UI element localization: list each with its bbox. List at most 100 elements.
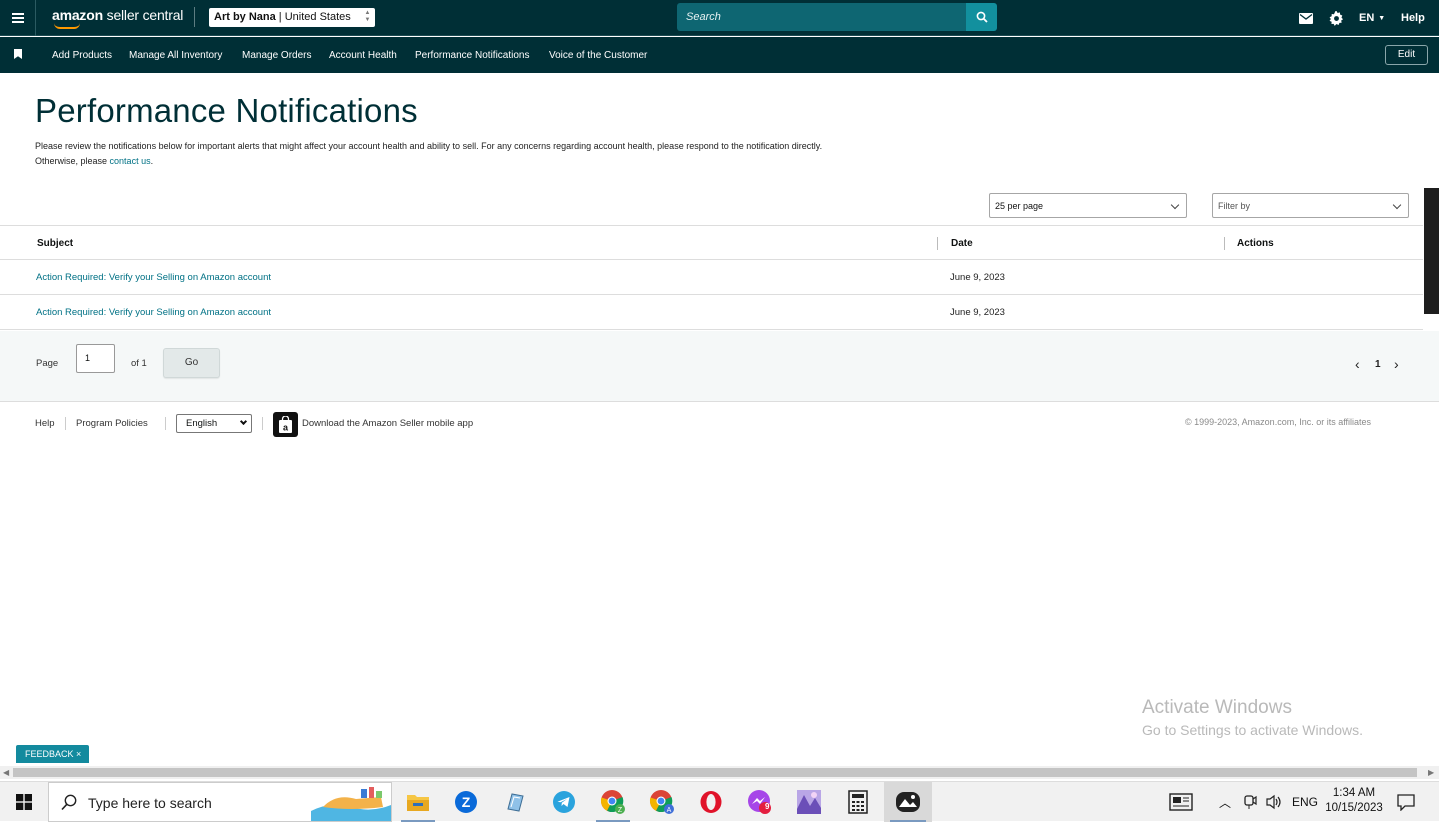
download-app-link[interactable]: Download the Amazon Seller mobile app [302, 418, 473, 429]
notification-subject-link[interactable]: Action Required: Verify your Selling on … [36, 272, 271, 283]
column-divider [1224, 237, 1225, 250]
opera-icon [700, 791, 722, 813]
notification-badge: 9 [765, 802, 770, 811]
activate-windows-watermark: Activate Windows Go to Settings to activ… [1142, 697, 1363, 738]
edit-button[interactable]: Edit [1385, 45, 1428, 65]
language-select-value: English [186, 418, 218, 429]
table-row: Action Required: Verify your Selling on … [0, 260, 1423, 295]
search-button[interactable] [966, 3, 997, 31]
amazon-smile-icon [54, 23, 80, 29]
notification-subject-link[interactable]: Action Required: Verify your Selling on … [36, 307, 271, 318]
notification-date: June 9, 2023 [950, 272, 1005, 283]
filter-placeholder: Filter by [1218, 201, 1251, 211]
chevron-up-icon[interactable]: ︿ [1219, 782, 1231, 822]
notification-center-icon[interactable] [1397, 782, 1415, 822]
search-input[interactable]: Search [677, 3, 966, 31]
intro-text: Please review the notifications below fo… [35, 139, 995, 169]
nav-add-products[interactable]: Add Products [52, 50, 112, 61]
taskbar-image-app[interactable] [786, 782, 832, 822]
table-header: Subject Date Actions [0, 225, 1423, 260]
taskbar-photos-app[interactable] [884, 782, 932, 822]
contact-us-link[interactable]: contact us [110, 156, 151, 166]
taskbar-zalo[interactable]: Z [443, 782, 489, 822]
table-row: Action Required: Verify your Selling on … [0, 295, 1423, 330]
chevron-down-icon [1170, 200, 1180, 210]
help-link[interactable]: Help [1401, 0, 1425, 36]
right-scrollbar-thumb[interactable] [1424, 188, 1439, 314]
footer-program-policies-link[interactable]: Program Policies [76, 418, 148, 429]
logo-suffix: seller central [106, 7, 184, 23]
nav-manage-orders[interactable]: Manage Orders [242, 50, 311, 61]
chevron-right-icon[interactable]: › [1394, 357, 1399, 371]
clock-date: 10/15/2023 [1325, 802, 1383, 814]
column-subject[interactable]: Subject [37, 238, 73, 249]
nav-account-health[interactable]: Account Health [329, 50, 397, 61]
language-selector[interactable]: EN ▼ [1359, 0, 1385, 36]
chevron-down-icon [1392, 200, 1402, 210]
account-switcher[interactable]: Art by Nana | United States ▲ ▼ [209, 8, 375, 27]
store-name: Art by Nana [214, 11, 276, 23]
notification-date: June 9, 2023 [950, 307, 1005, 318]
taskbar-notes-app[interactable] [492, 782, 538, 822]
menu-button[interactable] [0, 0, 36, 36]
per-page-select[interactable]: 25 per page [989, 193, 1187, 218]
page-total: of 1 [131, 358, 147, 369]
feedback-tab[interactable]: FEEDBACK × [16, 745, 89, 763]
footer-help-link[interactable]: Help [35, 418, 55, 429]
svg-text:Z: Z [618, 807, 623, 814]
taskbar-chrome-profile-a[interactable]: A [639, 782, 685, 822]
meet-now-icon[interactable] [1243, 782, 1257, 822]
anime-picture-icon [797, 790, 821, 814]
divider [194, 7, 195, 27]
current-page-number[interactable]: 1 [1375, 359, 1381, 370]
taskbar-file-explorer[interactable] [395, 782, 441, 822]
scrollbar-thumb[interactable] [13, 768, 1417, 777]
horizontal-scrollbar[interactable]: ◀ ▶ [0, 766, 1439, 779]
taskbar-chrome-profile-z[interactable]: Z [590, 782, 636, 822]
taskbar-search-box[interactable]: Type here to search [48, 782, 392, 822]
intro-line-2: Otherwise, please contact us. [35, 154, 995, 169]
column-actions: Actions [1237, 238, 1274, 249]
news-widget-icon[interactable] [1169, 782, 1193, 822]
copyright-text: © 1999-2023, Amazon.com, Inc. or its aff… [1185, 417, 1372, 427]
windows-logo-icon [16, 794, 32, 810]
footer-divider [65, 417, 66, 430]
store-marketplace: United States [284, 11, 351, 23]
gear-icon[interactable] [1329, 0, 1344, 36]
taskbar-calculator[interactable] [835, 782, 881, 822]
seller-central-logo[interactable]: amazon seller central [52, 7, 184, 29]
nav-performance-notifications[interactable]: Performance Notifications [415, 50, 530, 61]
column-date[interactable]: Date [951, 238, 973, 249]
notifications-table: Subject Date Actions Action Required: Ve… [0, 225, 1423, 330]
svg-text:Z: Z [462, 794, 471, 810]
input-language-indicator[interactable]: ENG [1292, 782, 1318, 822]
taskbar-messenger[interactable]: 9 [737, 782, 783, 822]
folder-icon [407, 795, 429, 811]
taskbar-telegram[interactable] [541, 782, 587, 822]
mail-icon[interactable] [1299, 0, 1313, 36]
page-label: Page [36, 358, 59, 369]
amazon-seller-app-icon[interactable]: a [273, 412, 298, 437]
chevron-left-icon[interactable]: ‹ [1355, 357, 1360, 371]
chrome-icon: A [649, 790, 674, 814]
nav-voice-of-the-customer[interactable]: Voice of the Customer [549, 50, 647, 61]
bookmark-icon[interactable] [14, 49, 22, 59]
activate-subtitle: Go to Settings to activate Windows. [1142, 722, 1363, 738]
filter-select[interactable]: Filter by [1212, 193, 1409, 218]
language-label: EN [1359, 12, 1375, 24]
footer-language-select[interactable]: English [176, 414, 252, 433]
go-button[interactable]: Go [163, 348, 220, 378]
intro-line-1: Please review the notifications below fo… [35, 141, 823, 151]
scroll-left-icon[interactable]: ◀ [3, 768, 9, 777]
nav-manage-all-inventory[interactable]: Manage All Inventory [129, 50, 222, 61]
volume-icon[interactable] [1265, 782, 1283, 822]
footer-divider [262, 417, 263, 430]
logo-prefix: amazon [52, 7, 103, 23]
page-number-input[interactable]: 1 [76, 344, 115, 373]
bookmark-nav-bar: Add Products Manage All Inventory Manage… [0, 37, 1439, 73]
windows-start-button[interactable] [0, 782, 48, 822]
taskbar-opera[interactable] [688, 782, 734, 822]
notepad-icon [507, 793, 524, 812]
taskbar-clock[interactable]: 1:34 AM 10/15/2023 [1321, 786, 1387, 816]
scroll-right-icon[interactable]: ▶ [1428, 768, 1434, 777]
